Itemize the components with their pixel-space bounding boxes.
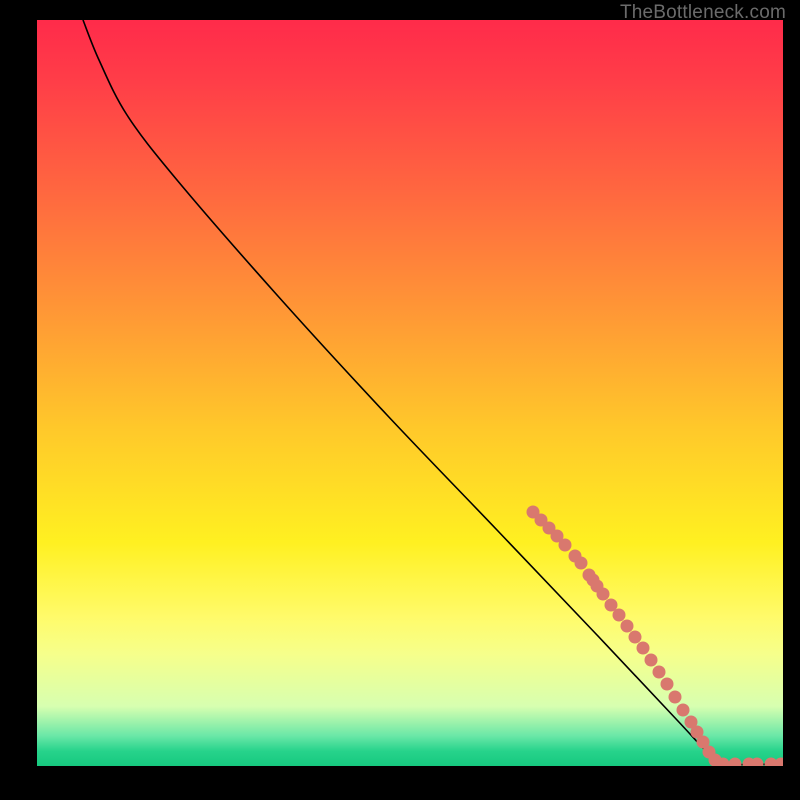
- data-point: [677, 704, 690, 717]
- data-point: [669, 691, 682, 704]
- data-point: [775, 758, 784, 767]
- data-point: [661, 678, 674, 691]
- data-point: [653, 666, 666, 679]
- data-point: [613, 609, 626, 622]
- data-point: [559, 539, 572, 552]
- highlight-dots: [527, 506, 784, 767]
- curve-layer: [37, 20, 783, 766]
- data-point: [645, 654, 658, 667]
- main-curve: [83, 20, 783, 765]
- data-point: [729, 758, 742, 767]
- data-point: [637, 642, 650, 655]
- plot-area: [37, 20, 783, 766]
- chart-stage: TheBottleneck.com: [0, 0, 800, 800]
- data-point: [575, 557, 588, 570]
- data-point: [621, 620, 634, 633]
- data-point: [629, 631, 642, 644]
- data-point: [597, 588, 610, 601]
